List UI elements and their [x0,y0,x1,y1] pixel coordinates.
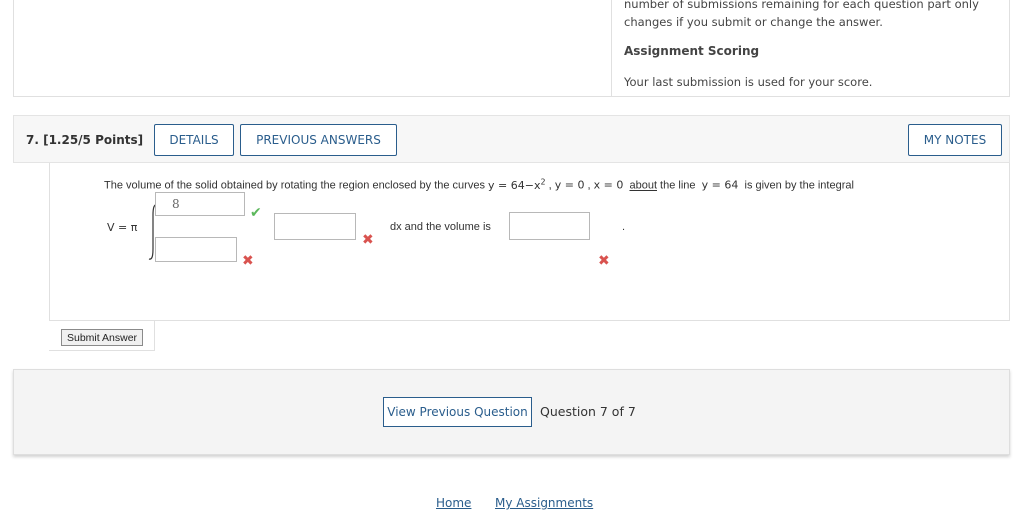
volume-input[interactable] [509,212,590,240]
curve-1: y = 64−x2 [488,177,546,192]
incorrect-x-icon-lower-limit: ✖ [242,253,254,269]
separator-1: , [545,179,555,192]
question-text-mid: the line [657,179,699,192]
question-title: 7. [1.25/5 Points] [26,133,144,147]
previous-answers-button[interactable]: PREVIOUS ANSWERS [240,124,397,156]
period: . [622,221,626,233]
upper-limit-input[interactable] [155,192,245,216]
dx-volume-text: dx and the volume is [390,221,491,233]
incorrect-x-icon-integrand: ✖ [362,232,374,248]
submit-answer-button[interactable]: Submit Answer [61,329,144,346]
my-assignments-link[interactable]: My Assignments [495,496,593,510]
assignment-scoring-heading: Assignment Scoring [624,44,760,58]
my-notes-button[interactable]: MY NOTES [908,124,1002,156]
correct-check-icon: ✔ [250,205,262,221]
info-panel-divider [611,0,612,97]
assignment-scoring-text: Your last submission is used for your sc… [624,75,873,89]
about-link[interactable]: about [629,180,657,192]
submissions-info-line1: number of submissions remaining for each… [624,0,979,11]
view-previous-question-button[interactable]: View Previous Question [383,397,532,427]
integrand-input[interactable] [274,213,356,240]
volume-label: V = π [107,221,138,234]
question-text: The volume of the solid obtained by rota… [104,177,854,192]
separator-2: , [584,179,594,192]
curve-2: y = 0 [554,178,585,192]
details-button[interactable]: DETAILS [154,124,234,156]
question-counter: Question 7 of 7 [540,404,636,419]
home-link[interactable]: Home [436,496,471,510]
question-text-suffix: is given by the integral [741,179,854,192]
incorrect-x-icon-volume: ✖ [598,253,610,269]
rotation-line: y = 64 [701,178,739,192]
lower-limit-input[interactable] [155,237,237,262]
submissions-info-line2: changes if you submit or change the answ… [624,15,883,29]
question-text-prefix: The volume of the solid obtained by rota… [104,179,489,192]
curve-3: x = 0 [593,178,624,192]
